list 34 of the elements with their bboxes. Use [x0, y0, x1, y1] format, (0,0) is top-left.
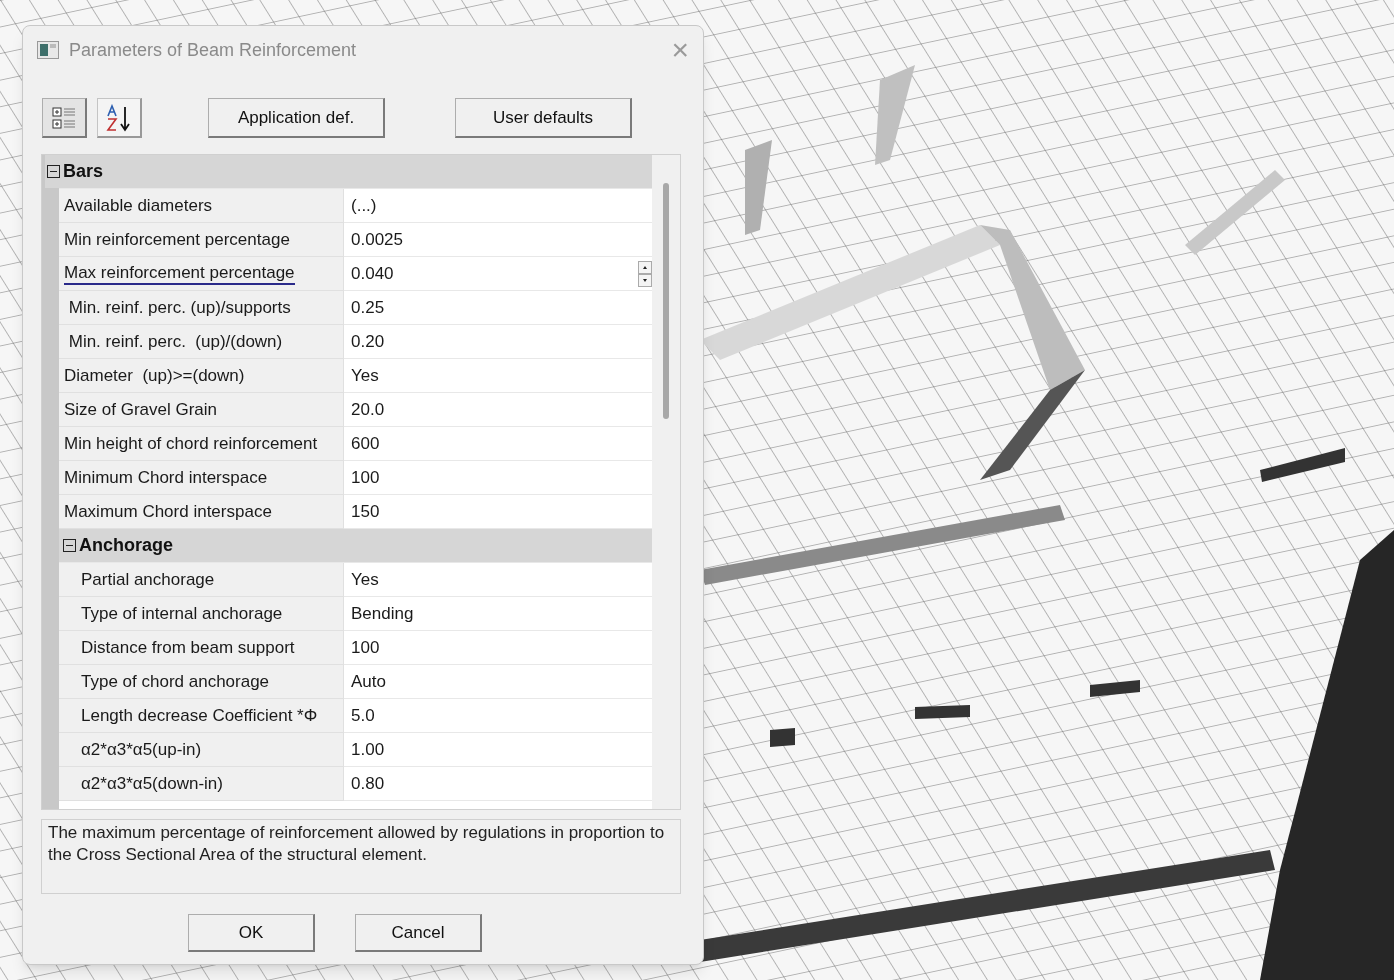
property-value[interactable]: Bending	[351, 600, 652, 627]
property-value[interactable]: Yes	[351, 362, 652, 389]
property-value[interactable]: Yes	[351, 566, 652, 593]
toolbar-button[interactable]: Application def.	[208, 98, 385, 138]
property-value[interactable]: 0.040	[351, 260, 638, 287]
property-value[interactable]: 100	[351, 634, 652, 661]
toolbar-button[interactable]: User defaults	[455, 98, 632, 138]
scrollbar-thumb[interactable]	[663, 183, 669, 419]
property-value[interactable]: 1.00	[351, 736, 652, 763]
categorized-view-button[interactable]	[42, 98, 87, 138]
ok-button[interactable]: OK	[188, 914, 315, 952]
property-value[interactable]: 5.0	[351, 702, 652, 729]
window-icon	[37, 41, 59, 59]
property-value[interactable]: (...)	[351, 192, 652, 219]
spin-control[interactable]	[638, 260, 652, 287]
expand-list-icon	[51, 104, 77, 131]
property-value[interactable]: 0.25	[351, 294, 652, 321]
property-value[interactable]: 20.0	[351, 396, 652, 423]
description-text: The maximum percentage of reinforcement allowed by regulations in proportion to the Cross Sectional Area of the structural element.	[41, 819, 681, 894]
category-label: Anchorage	[79, 534, 174, 557]
property-value[interactable]: 0.0025	[351, 226, 652, 253]
property-value[interactable]: 600	[351, 430, 652, 457]
window-title: Parameters of Beam Reinforcement	[69, 38, 358, 62]
sort-az-icon	[106, 103, 132, 132]
collapse-icon[interactable]	[63, 539, 76, 552]
category-label: Bars	[63, 160, 104, 183]
property-value[interactable]: 150	[351, 498, 652, 525]
collapse-icon[interactable]	[47, 165, 60, 178]
cancel-button[interactable]: Cancel	[355, 914, 482, 952]
property-value[interactable]: 0.80	[351, 770, 652, 797]
property-value[interactable]: 0.20	[351, 328, 652, 355]
property-value[interactable]: Auto	[351, 668, 652, 695]
sort-alphabetical-button[interactable]	[97, 98, 142, 138]
property-value[interactable]: 100	[351, 464, 652, 491]
